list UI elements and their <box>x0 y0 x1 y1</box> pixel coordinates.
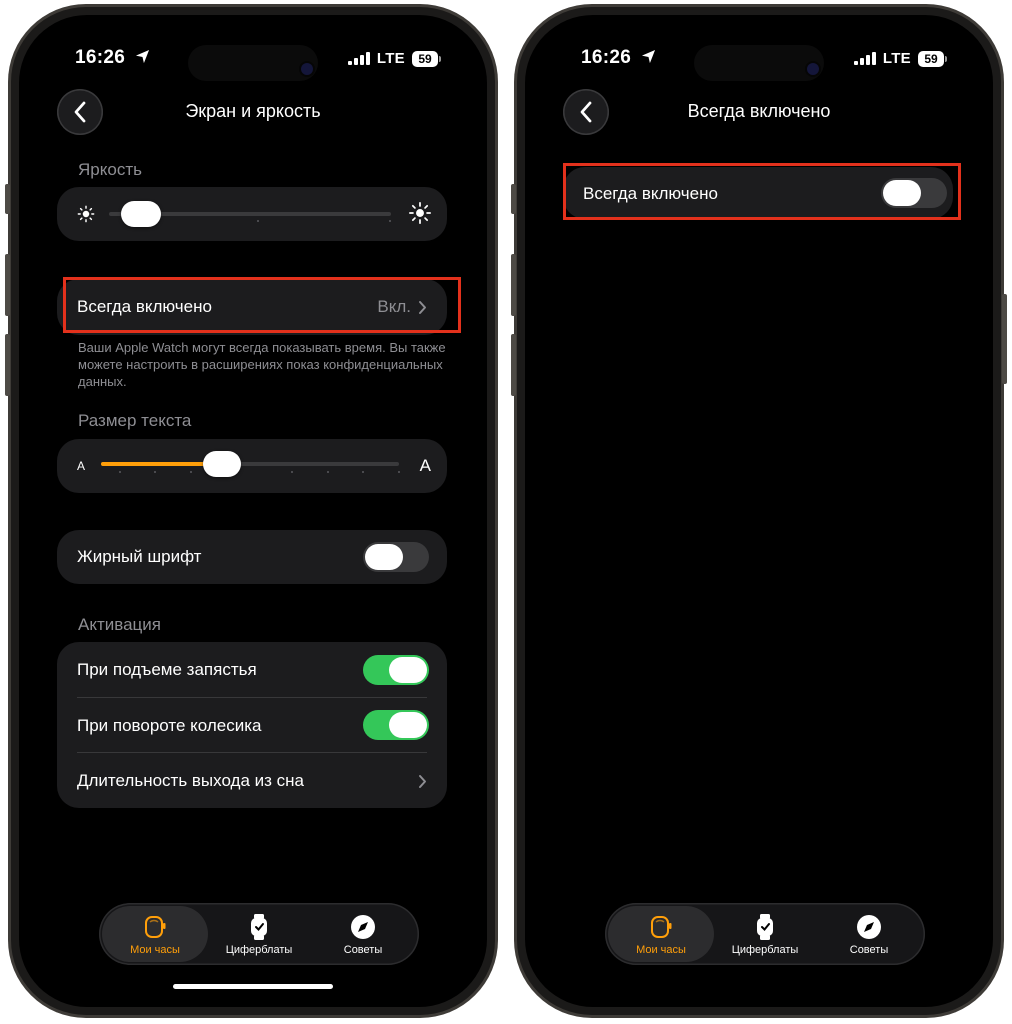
watch-orange-icon <box>651 916 672 938</box>
volume-down-button <box>511 334 516 396</box>
tab-bar: Мои часы Циферблаты Советы <box>605 903 925 965</box>
tab-watch-faces[interactable]: Циферблаты <box>206 903 312 965</box>
page-title: Всегда включено <box>687 101 831 121</box>
status-indicators: LTE 59 <box>853 50 947 67</box>
left-screen: 16:26 LTE 59 Экран и яркость Яркость Все… <box>19 15 487 1007</box>
page-title: Экран и яркость <box>185 101 321 121</box>
side-button <box>1002 294 1007 384</box>
tab-my-watch[interactable]: Мои часы <box>608 906 714 962</box>
sun-large-icon <box>409 202 431 224</box>
cellular-signal-icon <box>853 52 876 65</box>
home-indicator <box>173 984 333 989</box>
watch-orange-icon <box>145 916 166 938</box>
cellular-signal-icon <box>347 52 370 65</box>
dynamic-island <box>188 45 318 81</box>
text-size-slider-thumb[interactable] <box>202 451 241 477</box>
action-button <box>511 184 516 214</box>
watch-face-icon <box>757 914 773 940</box>
wrist-raise-toggle[interactable] <box>363 655 429 685</box>
battery-icon: 59 <box>918 50 947 67</box>
crown-turn-toggle[interactable] <box>363 710 429 740</box>
compass-icon <box>351 915 375 939</box>
network-type: LTE <box>376 50 405 67</box>
brightness-section-label: Яркость <box>78 160 142 179</box>
tab-tips[interactable]: Советы <box>310 903 416 965</box>
volume-down-button <box>5 334 10 396</box>
bold-text-toggle[interactable] <box>363 542 429 572</box>
camera-dot <box>301 63 313 75</box>
action-button <box>5 184 10 214</box>
bold-text-label: Жирный шрифт <box>77 547 202 566</box>
dynamic-island <box>694 45 824 81</box>
tab-my-watch[interactable]: Мои часы <box>102 906 208 962</box>
volume-up-button <box>511 254 516 316</box>
battery-icon: 59 <box>412 50 441 67</box>
compass-icon <box>857 915 881 939</box>
tab-watch-faces[interactable]: Циферблаты <box>712 903 818 965</box>
text-size-large-a: A <box>419 456 431 475</box>
volume-up-button <box>5 254 10 316</box>
status-time: 16:26 <box>581 47 656 69</box>
brightness-card <box>57 187 447 241</box>
wake-duration-row[interactable]: Длительность выхода из сна <box>57 753 447 808</box>
activation-section-label: Активация <box>78 615 161 634</box>
always-on-note: Ваши Apple Watch могут всегда показывать… <box>78 340 446 389</box>
watch-face-icon <box>251 914 267 940</box>
status-indicators: LTE 59 <box>347 50 441 67</box>
chevron-right-icon <box>419 775 426 788</box>
camera-dot <box>807 63 819 75</box>
wake-duration-label: Длительность выхода из сна <box>77 771 304 790</box>
left-phone-frame: 16:26 LTE 59 Экран и яркость Яркость Все… <box>5 4 498 1018</box>
text-size-small-a: A <box>77 459 86 473</box>
wrist-raise-label: При подъеме запястья <box>77 660 257 679</box>
crown-turn-label: При повороте колесика <box>77 716 262 735</box>
sun-small-icon <box>77 205 95 223</box>
text-size-section-label: Размер текста <box>78 411 192 430</box>
text-size-card: A A <box>57 439 447 493</box>
battery-level: 59 <box>918 50 944 67</box>
tab-tips[interactable]: Советы <box>816 903 922 965</box>
activation-card: При подъеме запястья При повороте колеси… <box>57 642 447 808</box>
highlight-frame <box>563 163 961 220</box>
right-screen: 16:26 LTE 59 Всегда включено Всегда вклю… <box>525 15 993 1007</box>
highlight-frame <box>63 277 461 333</box>
location-arrow-icon <box>641 49 655 64</box>
location-arrow-icon <box>135 49 149 64</box>
right-phone-frame: 16:26 LTE 59 Всегда включено Всегда вклю… <box>511 4 1007 1018</box>
bold-text-row: Жирный шрифт <box>57 530 447 584</box>
battery-level: 59 <box>412 50 438 67</box>
network-type: LTE <box>882 50 911 67</box>
status-time: 16:26 <box>75 47 150 69</box>
brightness-slider-thumb[interactable] <box>120 201 161 227</box>
tab-bar: Мои часы Циферблаты Советы <box>99 903 419 965</box>
